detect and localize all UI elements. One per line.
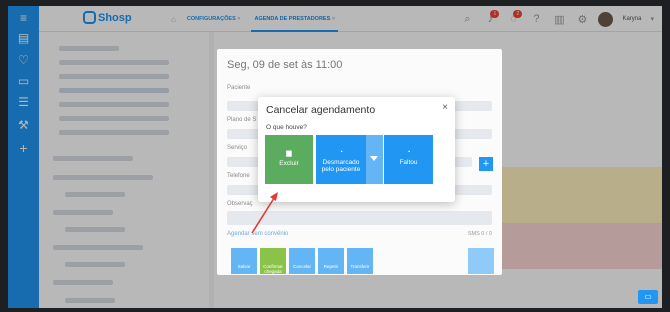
notes-field[interactable] bbox=[227, 211, 492, 225]
dialog-question: O que houve? bbox=[266, 124, 307, 131]
repeat-button[interactable]: Repetir bbox=[318, 248, 344, 274]
sms-count: SMS 0 / 0 bbox=[467, 231, 492, 237]
save-button[interactable]: Salvar bbox=[231, 248, 257, 274]
clock-icon: ◔ bbox=[406, 149, 411, 156]
notes-label: Observaç bbox=[227, 201, 253, 207]
excluir-button[interactable]: ▆ Excluir bbox=[265, 135, 313, 184]
add-service-button[interactable]: + bbox=[479, 157, 493, 171]
dialog-title: Cancelar agendamento bbox=[266, 104, 376, 116]
transfer-button[interactable]: Transferir bbox=[347, 248, 373, 274]
appointment-title: Seg, 09 de set às 11:00 bbox=[227, 59, 343, 71]
close-icon[interactable]: × bbox=[442, 102, 448, 113]
plan-label: Plano de S bbox=[227, 117, 257, 123]
trash-icon: ▆ bbox=[286, 150, 292, 157]
cancel-appointment-dialog: Cancelar agendamento × O que houve? ▆ Ex… bbox=[258, 97, 455, 202]
send-button[interactable] bbox=[468, 248, 494, 274]
desmarcado-label: Desmarcado pelo paciente bbox=[321, 159, 361, 173]
excluir-label: Excluir bbox=[279, 160, 299, 167]
service-label: Serviço bbox=[227, 145, 248, 151]
faltou-button[interactable]: ◔ Faltou bbox=[384, 135, 433, 184]
confirm-arrival-button[interactable]: Confirmar chegada bbox=[260, 248, 286, 274]
chevron-down-icon bbox=[370, 156, 378, 161]
faltou-label: Faltou bbox=[399, 159, 418, 166]
clock-icon: ◔ bbox=[338, 149, 344, 156]
phone-label: Telefone bbox=[227, 173, 250, 179]
more-options-button[interactable] bbox=[366, 135, 383, 184]
no-insurance-link[interactable]: Agendar sem convênio bbox=[227, 231, 288, 237]
cancel-button[interactable]: Cancelar bbox=[289, 248, 315, 274]
chat-button[interactable]: ▭ bbox=[638, 290, 658, 304]
desmarcado-button[interactable]: ◔ Desmarcado pelo paciente bbox=[316, 135, 366, 184]
patient-label: Paciente bbox=[227, 85, 251, 91]
app-window: ≡ ▤ ♡ ▭ ☰ ⚒ + Shosp ⌂ CONFIGURAÇÕES × AG… bbox=[8, 6, 662, 308]
